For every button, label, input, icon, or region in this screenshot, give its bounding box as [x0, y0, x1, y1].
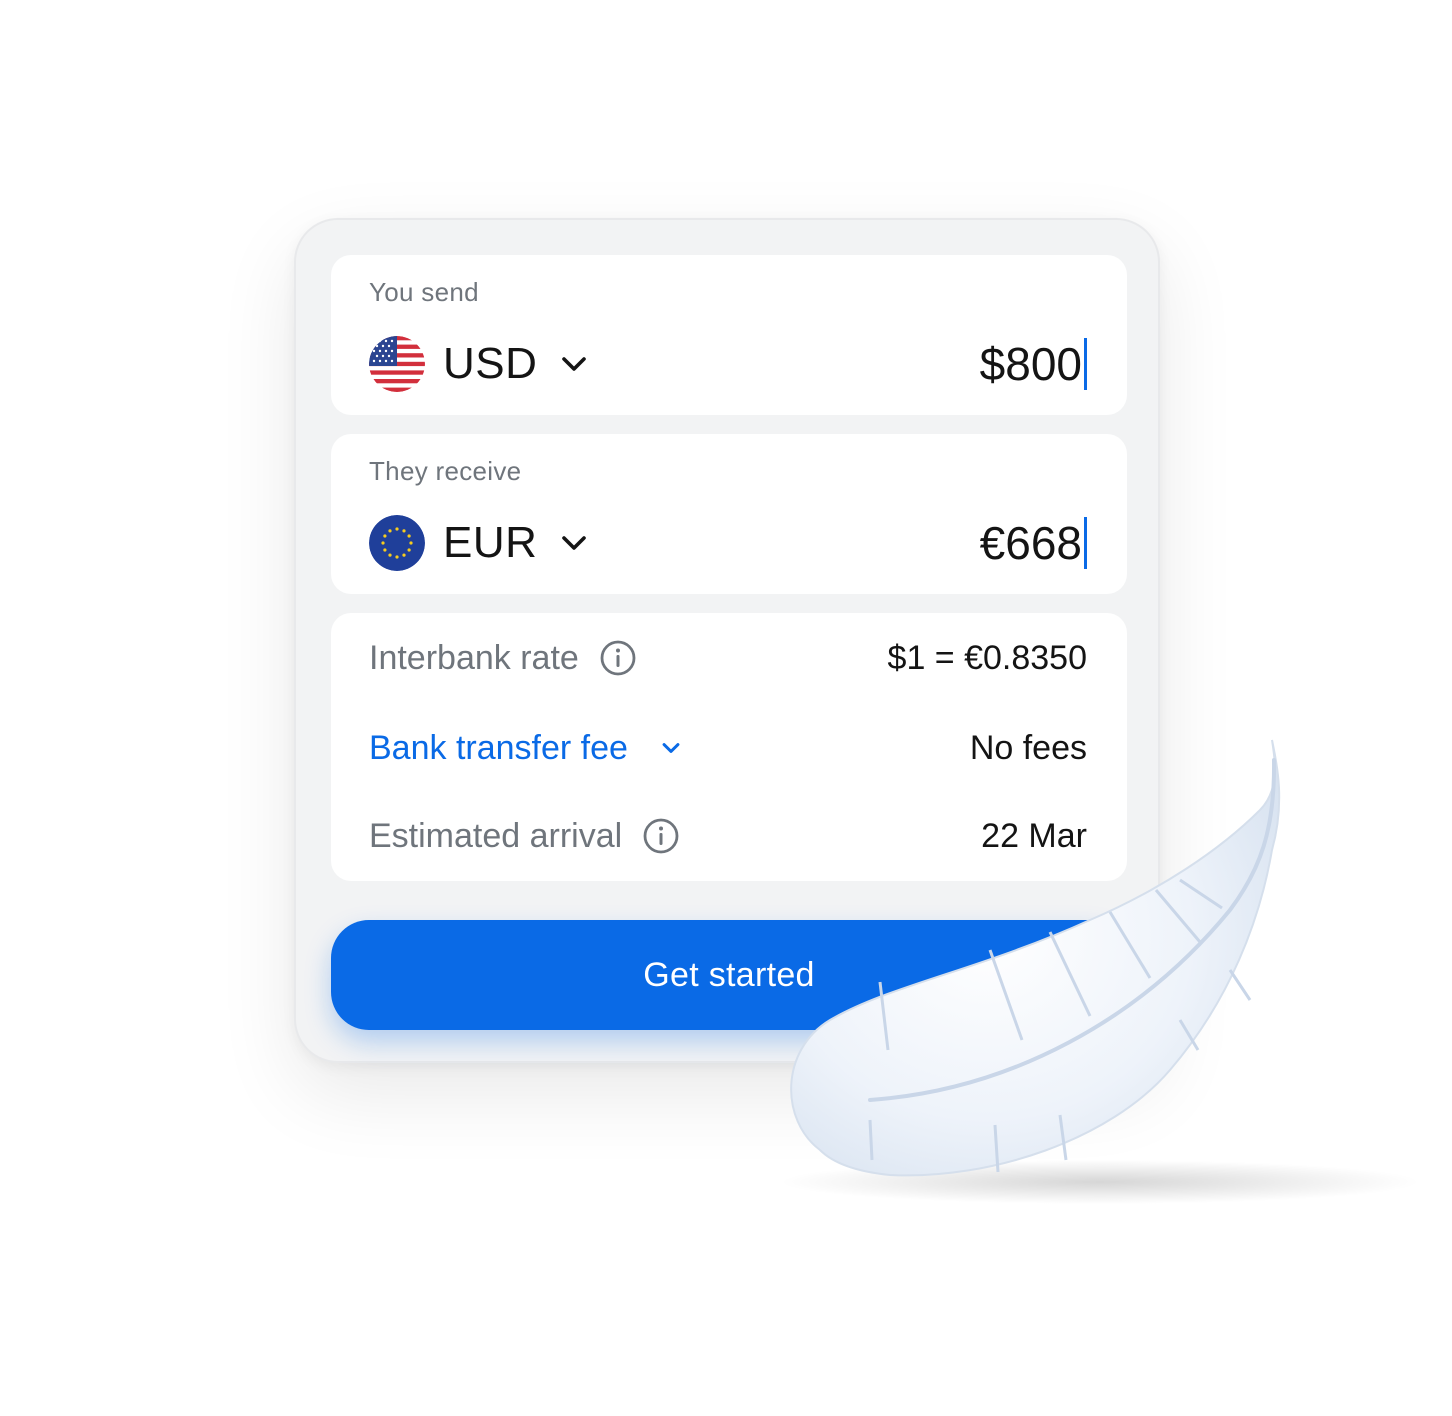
receive-amount-input[interactable]: €668 [980, 514, 1087, 572]
info-icon[interactable] [642, 817, 680, 855]
receive-label: They receive [369, 456, 522, 486]
interbank-rate-row: Interbank rate $1 = €0.8350 [369, 633, 1087, 683]
send-panel: You send USD $800 [331, 255, 1127, 415]
text-caret [1084, 338, 1087, 390]
receive-currency-code: EUR [443, 518, 538, 567]
interbank-rate-value: $1 = €0.8350 [887, 638, 1087, 677]
send-amount-value: $800 [979, 338, 1082, 390]
chevron-down-icon [662, 743, 680, 753]
estimated-arrival-label: Estimated arrival [369, 816, 623, 855]
send-currency-code: USD [443, 339, 538, 388]
receive-currency-selector[interactable]: EUR [369, 514, 589, 572]
send-label: You send [369, 277, 479, 307]
send-amount-input[interactable]: $800 [980, 335, 1087, 393]
chevron-down-icon [562, 536, 587, 550]
send-currency-selector[interactable]: USD [369, 335, 589, 393]
bank-transfer-fee-label: Bank transfer fee [369, 728, 628, 767]
chevron-down-icon [562, 357, 587, 371]
eu-flag-icon [369, 515, 425, 571]
info-icon[interactable] [599, 639, 637, 677]
receive-amount-value: €668 [979, 517, 1082, 569]
feather-illustration [780, 739, 1420, 1204]
us-flag-icon [369, 336, 425, 392]
text-caret [1084, 517, 1087, 569]
bank-transfer-fee-toggle[interactable]: Bank transfer fee [369, 729, 684, 768]
interbank-rate-label: Interbank rate [369, 638, 579, 677]
receive-panel: They receive EUR €668 [331, 434, 1127, 594]
